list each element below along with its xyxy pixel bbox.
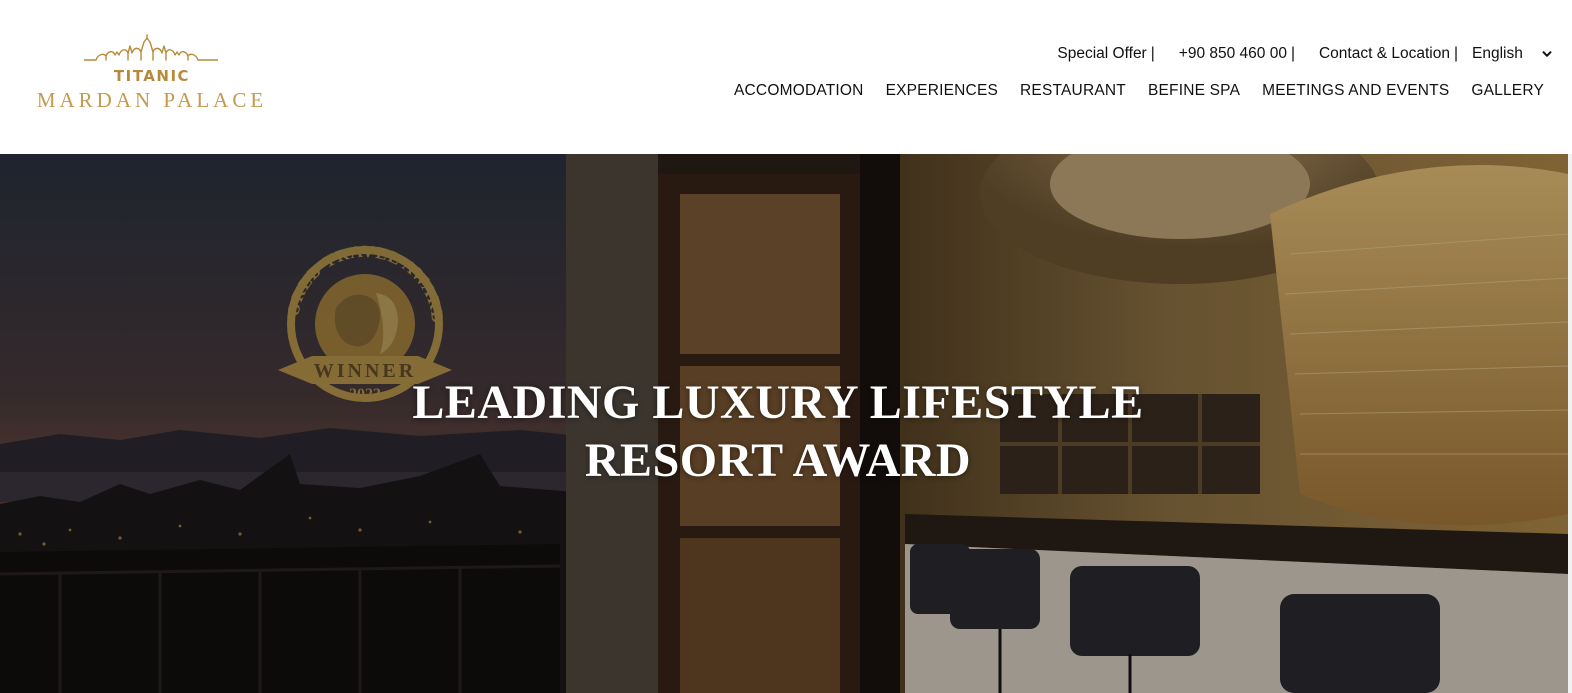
nav-item-accomodation[interactable]: ACCOMODATION	[734, 82, 864, 100]
language-selected-value: English	[1472, 45, 1523, 62]
contact-location-link[interactable]: Contact & Location	[1319, 45, 1450, 63]
nav-item-restaurant[interactable]: RESTAURANT	[1020, 82, 1126, 100]
language-select[interactable]: English	[1472, 45, 1572, 63]
separator: |	[1290, 45, 1295, 62]
logo-brand-text: TITANIC	[113, 67, 191, 85]
palace-skyline-icon	[84, 34, 218, 61]
hero-title-line-2: RESORT AWARD	[584, 434, 972, 487]
chevron-down-icon	[1542, 51, 1552, 57]
nav-item-gallery[interactable]: GALLERY	[1471, 82, 1544, 100]
hero-title: LEADING LUXURY LIFESTYLE RESORT AWARD	[300, 374, 1256, 490]
nav-item-meetings-events[interactable]: MEETINGS AND EVENTS	[1262, 82, 1449, 100]
site-header: TITANIC MARDAN PALACE Special Offer | +9…	[0, 0, 1572, 154]
hero-title-line-1: LEADING LUXURY LIFESTYLE	[412, 376, 1144, 429]
main-nav: ACCOMODATION EXPERIENCES RESTAURANT BEFI…	[734, 82, 1544, 100]
separator: |	[1453, 45, 1458, 62]
nav-item-experiences[interactable]: EXPERIENCES	[886, 82, 998, 100]
separator: |	[1150, 45, 1155, 62]
site-logo[interactable]: TITANIC MARDAN PALACE	[32, 34, 272, 114]
hero-banner: WORLD TRAVEL AWARDS WINNER 2023 LEADING …	[0, 154, 1568, 693]
logo-name-text: MARDAN PALACE	[36, 88, 268, 112]
nav-item-befine-spa[interactable]: BEFINE SPA	[1148, 82, 1240, 100]
utility-bar: Special Offer | +90 850 460 00 | Contact…	[1057, 43, 1572, 65]
phone-link[interactable]: +90 850 460 00	[1179, 45, 1287, 63]
page-scrollbar[interactable]	[1568, 154, 1572, 693]
special-offer-link[interactable]: Special Offer	[1057, 45, 1146, 63]
